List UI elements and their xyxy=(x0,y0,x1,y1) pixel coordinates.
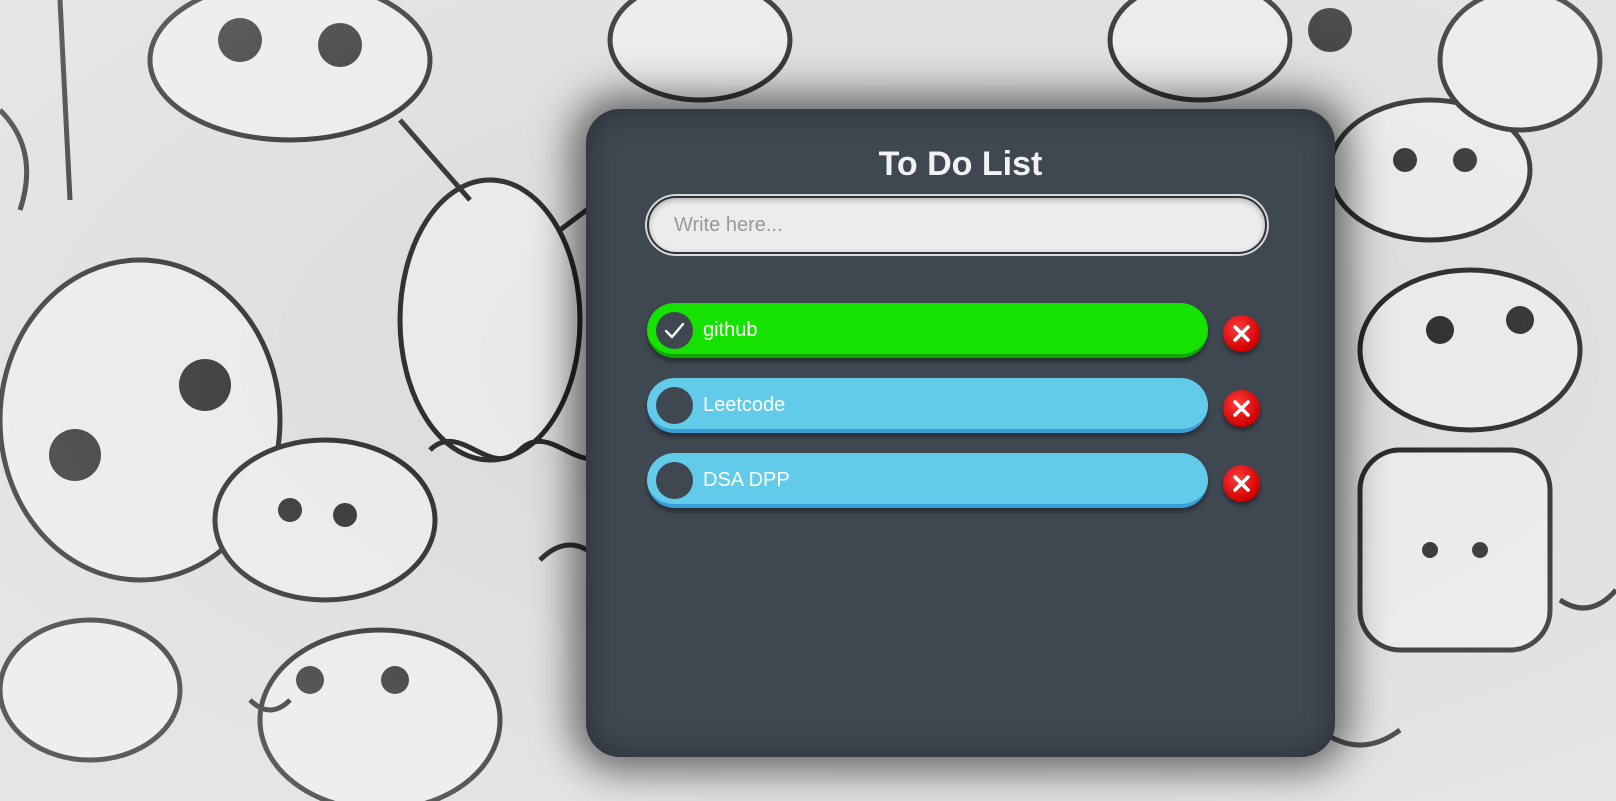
task-checkbox[interactable] xyxy=(656,462,693,499)
close-icon xyxy=(1233,475,1250,492)
task-item-leetcode[interactable]: Leetcode xyxy=(647,378,1208,433)
close-icon xyxy=(1233,325,1250,342)
delete-task-button[interactable] xyxy=(1223,390,1260,427)
task-item-dsa-dpp[interactable]: DSA DPP xyxy=(647,453,1208,508)
task-item-github[interactable]: github xyxy=(647,303,1208,358)
check-icon xyxy=(664,322,685,339)
task-label: DSA DPP xyxy=(703,469,790,491)
task-label: Leetcode xyxy=(703,394,786,416)
delete-task-button[interactable] xyxy=(1223,465,1260,502)
task-input[interactable] xyxy=(647,196,1267,254)
task-checkbox[interactable] xyxy=(656,312,693,349)
todo-panel: To Do List github Leetcode DSA DPP xyxy=(586,109,1335,757)
task-checkbox[interactable] xyxy=(656,387,693,424)
delete-task-button[interactable] xyxy=(1223,315,1260,352)
page-title: To Do List xyxy=(878,145,1043,183)
task-label: github xyxy=(703,319,758,341)
close-icon xyxy=(1233,400,1250,417)
